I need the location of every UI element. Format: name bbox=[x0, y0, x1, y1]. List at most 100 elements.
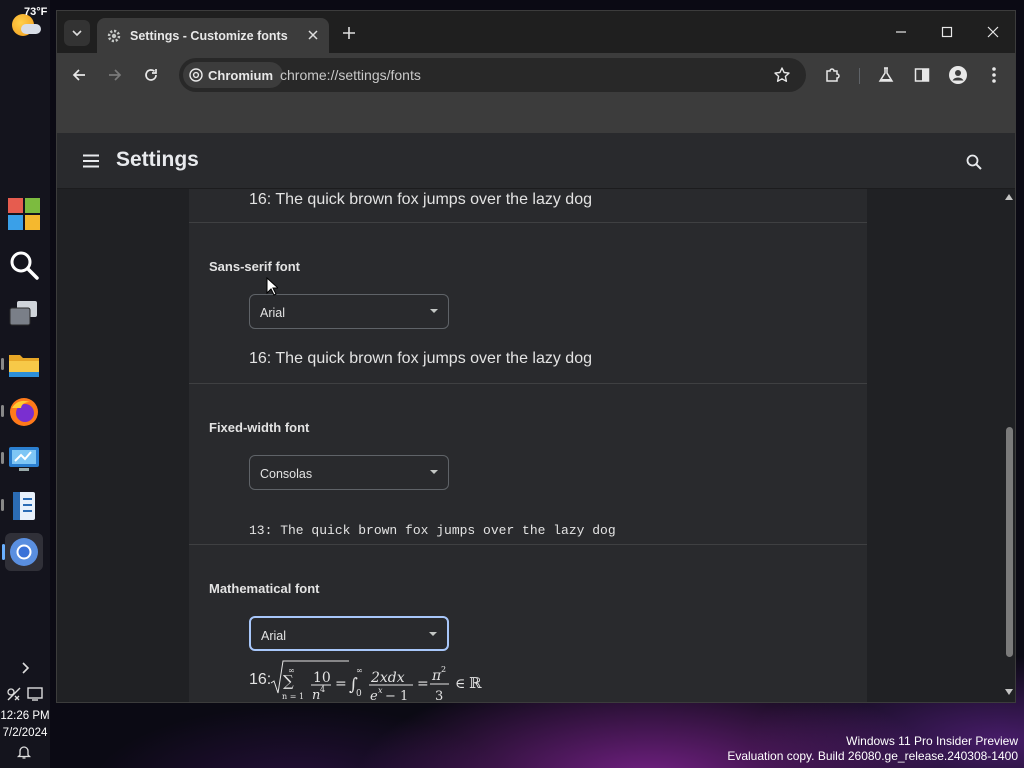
settings-search-button[interactable] bbox=[963, 151, 985, 173]
tab-close-button[interactable] bbox=[305, 27, 321, 43]
side-panel-icon bbox=[914, 68, 930, 82]
search-button[interactable] bbox=[5, 246, 43, 284]
bookmark-button[interactable] bbox=[772, 65, 792, 85]
reload-button[interactable] bbox=[140, 64, 162, 86]
forward-button[interactable] bbox=[104, 64, 126, 86]
display-icon[interactable] bbox=[26, 686, 44, 702]
fixed-width-font-label: Fixed-width font bbox=[209, 420, 310, 435]
mathematical-font-select[interactable]: Arial bbox=[249, 616, 449, 651]
weather-widget[interactable]: 73°F bbox=[8, 6, 50, 42]
url-text[interactable]: chrome://settings/fonts bbox=[280, 67, 421, 83]
network-disconnected-icon[interactable] bbox=[6, 686, 22, 702]
reload-icon bbox=[145, 69, 157, 81]
task-view-button[interactable] bbox=[5, 295, 43, 333]
hamburger-menu-icon bbox=[83, 154, 99, 168]
labs-button[interactable] bbox=[875, 64, 897, 86]
maximize-icon bbox=[941, 26, 953, 38]
page-scrollbar[interactable] bbox=[1002, 189, 1015, 702]
select-value: Arial bbox=[260, 306, 286, 320]
sans-serif-font-sample: 16: The quick brown fox jumps over the l… bbox=[249, 350, 592, 367]
system-tray bbox=[4, 685, 48, 703]
arrow-right-icon bbox=[109, 69, 122, 81]
taskbar: 73°F 12:26 PM 7/2/2024 bbox=[0, 0, 50, 768]
bell-icon bbox=[16, 746, 32, 759]
standard-font-sample: 16: The quick brown fox jumps over the l… bbox=[249, 191, 592, 208]
settings-content: 16: The quick brown fox jumps over the l… bbox=[57, 189, 1002, 703]
settings-header: Settings bbox=[57, 133, 1015, 189]
mouse-cursor-icon bbox=[266, 277, 278, 296]
minimize-icon bbox=[896, 31, 906, 33]
running-indicator bbox=[1, 405, 4, 417]
close-icon bbox=[987, 26, 999, 38]
windows-logo-icon bbox=[8, 198, 40, 230]
toolbar-separator bbox=[859, 68, 860, 84]
address-bar[interactable]: Chromium chrome://settings/fonts bbox=[179, 58, 806, 92]
watermark-line-2: Evaluation copy. Build 26080.ge_release.… bbox=[727, 749, 1018, 763]
svg-text:∞: ∞ bbox=[288, 666, 295, 675]
firefox-button[interactable] bbox=[5, 393, 43, 431]
running-indicator bbox=[1, 358, 4, 370]
folder-icon bbox=[9, 355, 39, 377]
select-value: Consolas bbox=[260, 467, 313, 481]
notepad-button[interactable] bbox=[5, 487, 43, 525]
arrow-left-icon bbox=[72, 69, 85, 81]
svg-text:∈: ∈ bbox=[455, 676, 465, 692]
show-hidden-icons-button[interactable] bbox=[17, 660, 33, 676]
mathematical-font-label: Mathematical font bbox=[209, 581, 320, 596]
file-explorer-button[interactable] bbox=[5, 346, 43, 384]
fixed-width-font-sample: 13: The quick brown fox jumps over the l… bbox=[249, 523, 616, 538]
svg-text:− 1: − 1 bbox=[385, 689, 408, 703]
task-view-icon bbox=[9, 301, 37, 326]
extensions-button[interactable] bbox=[822, 64, 844, 86]
svg-text:3: 3 bbox=[435, 689, 443, 703]
notepad-icon bbox=[13, 492, 35, 520]
minimize-button[interactable] bbox=[890, 21, 912, 43]
profile-icon bbox=[949, 66, 967, 84]
dropdown-arrow-icon bbox=[430, 470, 438, 474]
dropdown-arrow-icon bbox=[430, 309, 438, 313]
chromium-taskbar-button[interactable] bbox=[2, 533, 43, 571]
remote-desktop-icon bbox=[9, 447, 39, 471]
profile-button[interactable] bbox=[947, 64, 969, 86]
taskbar-clock[interactable]: 12:26 PM 7/2/2024 bbox=[0, 708, 50, 742]
chevron-right-icon bbox=[22, 662, 30, 674]
remote-desktop-button[interactable] bbox=[5, 440, 43, 478]
scrollbar-thumb[interactable] bbox=[1006, 427, 1013, 657]
site-chip-label: Chromium bbox=[208, 67, 273, 83]
tab-search-button[interactable] bbox=[64, 20, 90, 46]
side-panel-button[interactable] bbox=[911, 64, 933, 86]
settings-menu-button[interactable] bbox=[80, 151, 102, 171]
watermark-line-1: Windows 11 Pro Insider Preview bbox=[846, 734, 1018, 748]
search-icon bbox=[10, 251, 39, 280]
svg-text:2: 2 bbox=[441, 665, 446, 674]
start-button[interactable] bbox=[5, 195, 43, 233]
dropdown-arrow-icon bbox=[429, 632, 437, 636]
more-vertical-icon bbox=[992, 67, 996, 83]
weather-temperature: 73°F bbox=[24, 6, 48, 18]
fixed-width-font-select[interactable]: Consolas bbox=[249, 455, 449, 490]
svg-text:2xdx: 2xdx bbox=[370, 670, 405, 686]
browser-menu-button[interactable] bbox=[983, 64, 1005, 86]
browser-window: Settings - Customize fonts Chromium chro… bbox=[56, 10, 1016, 703]
svg-text:=: = bbox=[335, 676, 347, 692]
math-formula-image: ∑ ∞ n = 1 10 n 4 = ∫ ∞ 0 2xdx e x − 1 = … bbox=[270, 660, 482, 703]
close-window-button[interactable] bbox=[982, 21, 1004, 43]
svg-text:∞: ∞ bbox=[356, 666, 363, 675]
chromium-icon bbox=[189, 68, 203, 82]
scroll-down-icon[interactable] bbox=[1005, 689, 1013, 695]
back-button[interactable] bbox=[68, 64, 90, 86]
select-value: Arial bbox=[261, 629, 287, 643]
page-title: Settings bbox=[116, 148, 199, 171]
tab-settings[interactable]: Settings - Customize fonts bbox=[97, 18, 329, 53]
notifications-button[interactable] bbox=[16, 744, 32, 760]
site-info-chip[interactable]: Chromium bbox=[183, 62, 283, 88]
svg-text:4: 4 bbox=[320, 685, 325, 694]
scroll-up-icon[interactable] bbox=[1005, 194, 1013, 200]
sans-serif-font-select[interactable]: Arial bbox=[249, 294, 449, 329]
svg-text:x: x bbox=[378, 686, 383, 695]
clock-time: 12:26 PM bbox=[0, 710, 50, 722]
divider bbox=[189, 383, 867, 384]
tab-title: Settings - Customize fonts bbox=[130, 28, 288, 43]
new-tab-button[interactable] bbox=[339, 23, 359, 43]
maximize-button[interactable] bbox=[936, 21, 958, 43]
